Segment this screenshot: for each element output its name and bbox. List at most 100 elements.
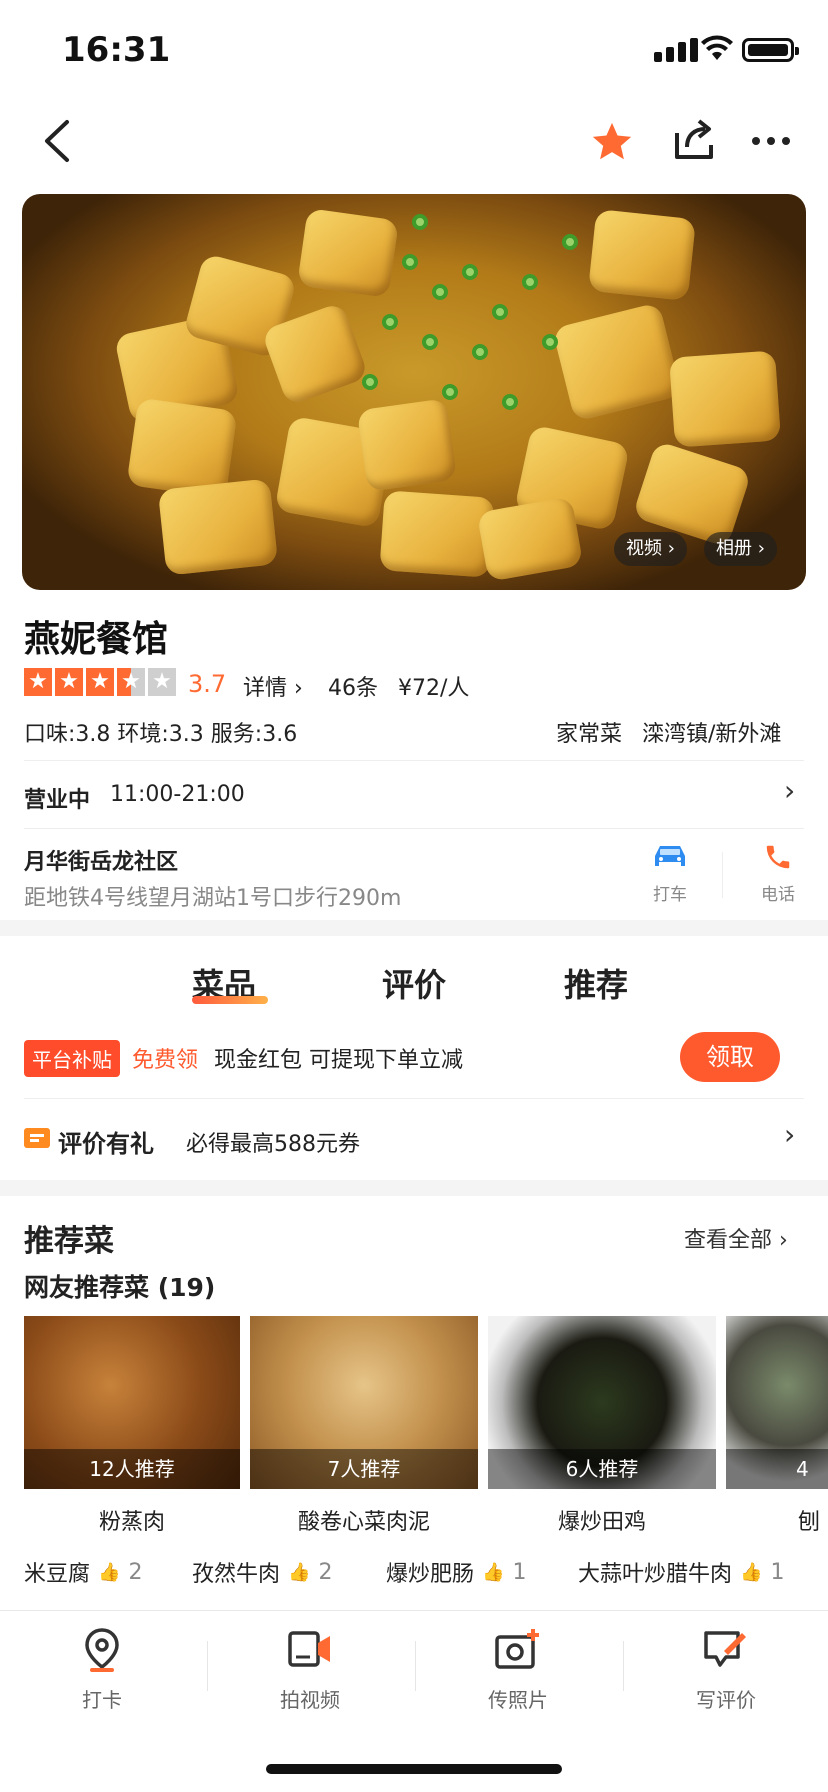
star-icon: ★ — [24, 668, 52, 696]
sub-scores: 口味:3.8 环境:3.3 服务:3.6 — [24, 722, 298, 747]
mini-dish-item[interactable]: 米豆腐 👍 2 — [24, 1556, 142, 1588]
divider — [24, 828, 804, 829]
hero-photo[interactable]: 视频 › 相册 › — [22, 194, 806, 590]
review-gift-title: 评价有礼 — [58, 1130, 154, 1158]
subsidy-tag: 平台补贴 — [24, 1040, 120, 1077]
battery-icon — [742, 38, 799, 62]
album-chip[interactable]: 相册 › — [704, 532, 777, 566]
checkin-label: 打卡 — [82, 1688, 122, 1712]
mini-dish-item[interactable]: 大蒜叶炒腊牛肉 👍 1 — [578, 1556, 784, 1588]
dish-name: 爆炒田鸡 — [557, 1510, 646, 1535]
dish-card[interactable]: 6人推荐 — [488, 1316, 716, 1489]
video-chip[interactable]: 视频 › — [614, 532, 687, 566]
dish-badge: 6人推荐 — [488, 1449, 716, 1489]
video-camera-icon — [288, 1631, 330, 1667]
dish-card[interactable]: 4人 — [726, 1316, 828, 1489]
checkin-button[interactable]: 打卡 — [42, 1627, 162, 1713]
hours-row[interactable]: 营业中 11:00-21:00 › — [0, 762, 828, 828]
divider — [623, 1641, 624, 1691]
mini-dish-count: 1 — [770, 1559, 785, 1585]
divider — [207, 1641, 208, 1691]
area[interactable]: 滦湾镇/新外滩 — [642, 716, 781, 748]
divider — [722, 852, 723, 898]
address[interactable]: 月华街岳龙社区 — [24, 844, 178, 876]
thumbs-up-icon: 👍 — [740, 1561, 763, 1583]
thumbs-up-icon: 👍 — [482, 1561, 505, 1583]
star-filled-icon — [592, 122, 632, 160]
star-icon: ★ — [86, 668, 114, 696]
promo-text: 现金红包 可提现下单立减 — [214, 1048, 463, 1073]
star-half-icon: ★ — [117, 668, 145, 696]
review-gift-row[interactable]: 评价有礼 必得最高588元券 › — [0, 1100, 828, 1176]
write-review-button[interactable]: 写评价 — [666, 1627, 786, 1713]
mini-dish-count: 2 — [318, 1559, 333, 1585]
upload-photo-label: 传照片 — [488, 1688, 548, 1712]
rating-score: 3.7 — [188, 670, 227, 698]
free-claim-text: 免费领 — [132, 1048, 199, 1073]
phone-button[interactable]: 电话 — [748, 842, 808, 905]
gift-ticket-icon — [24, 1128, 50, 1148]
category[interactable]: 家常菜 — [556, 716, 622, 748]
more-dots-icon — [752, 137, 790, 145]
mini-dish-name: 米豆腐 — [24, 1562, 91, 1587]
favorite-button[interactable] — [586, 116, 638, 168]
section-gap — [0, 1180, 828, 1196]
phone-icon — [766, 845, 790, 869]
star-empty-icon: ★ — [148, 668, 176, 696]
section-gap — [0, 920, 828, 936]
avg-price: ¥72/人 — [398, 676, 470, 701]
upload-photo-button[interactable]: 传照片 — [458, 1627, 578, 1713]
photo-upload-icon — [495, 1629, 539, 1669]
review-count[interactable]: 46条 — [328, 670, 378, 702]
more-button[interactable] — [748, 118, 794, 164]
tab-reviews[interactable]: 评价 — [382, 960, 446, 1006]
location-pin-icon — [85, 1628, 119, 1672]
claim-button[interactable]: 领取 — [680, 1032, 780, 1082]
home-indicator — [266, 1764, 562, 1774]
taxi-button[interactable]: 打车 — [640, 842, 700, 905]
dish-badge: 4人 — [726, 1449, 828, 1489]
cellular-signal-icon — [654, 38, 698, 62]
active-tab-indicator — [192, 996, 268, 1004]
hours-text: 11:00-21:00 — [110, 782, 245, 807]
transit-info: 距地铁4号线望月湖站1号口步行290m — [24, 886, 402, 911]
divider — [415, 1641, 416, 1691]
dish-badge: 7人推荐 — [250, 1449, 478, 1489]
dish-name: 刨 — [798, 1510, 821, 1535]
share-icon — [675, 119, 713, 159]
mini-dish-name: 孜然牛肉 — [192, 1562, 281, 1587]
tab-recommend[interactable]: 推荐 — [564, 960, 628, 1006]
mini-dish-item[interactable]: 孜然牛肉 👍 2 — [192, 1556, 332, 1588]
star-icon: ★ — [55, 668, 83, 696]
mini-dish-name: 爆炒肥肠 — [386, 1562, 475, 1587]
chevron-right-icon: › — [784, 774, 796, 807]
share-button[interactable] — [668, 114, 720, 166]
taxi-label: 打车 — [653, 885, 687, 905]
back-button[interactable] — [36, 116, 76, 166]
dish-badge: 12人推荐 — [24, 1449, 240, 1489]
dish-card[interactable]: 7人推荐 — [250, 1316, 478, 1489]
chevron-left-icon — [45, 120, 69, 162]
car-icon — [655, 846, 685, 866]
thumbs-up-icon: 👍 — [288, 1561, 311, 1583]
write-review-label: 写评价 — [696, 1688, 756, 1712]
recommended-subtitle: 网友推荐菜 (19) — [24, 1273, 216, 1302]
dish-card[interactable]: 12人推荐 — [24, 1316, 240, 1489]
divider — [24, 760, 804, 761]
thumbs-up-icon: 👍 — [98, 1561, 121, 1583]
status-time: 16:31 — [62, 30, 171, 70]
view-all-link[interactable]: 查看全部 › — [684, 1222, 788, 1254]
dish-name: 酸卷心菜肉泥 — [297, 1510, 430, 1535]
mini-dish-item[interactable]: 爆炒肥肠 👍 1 — [386, 1556, 526, 1588]
mini-dish-name: 大蒜叶炒腊牛肉 — [578, 1562, 733, 1587]
write-review-icon — [704, 1631, 746, 1667]
divider — [24, 1098, 804, 1099]
hours-status: 营业中 — [24, 788, 91, 813]
details-link[interactable]: 详情 › — [243, 670, 303, 702]
mini-dish-count: 2 — [128, 1559, 143, 1585]
restaurant-name: 燕妮餐馆 — [24, 619, 169, 660]
rating-stars: ★ ★ ★ ★ ★ — [24, 668, 176, 696]
shoot-video-button[interactable]: 拍视频 — [250, 1627, 370, 1713]
shoot-video-label: 拍视频 — [280, 1688, 340, 1712]
review-gift-text: 必得最高588元券 — [186, 1132, 360, 1157]
